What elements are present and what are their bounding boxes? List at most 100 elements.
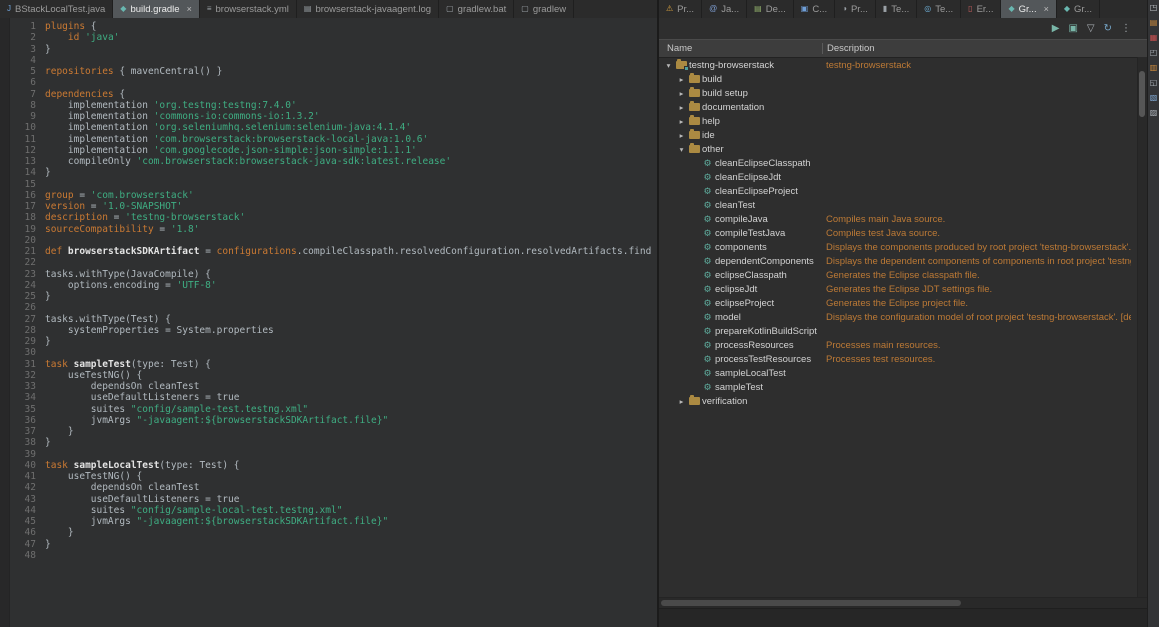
editor-tab-gradlew[interactable]: ▢gradlew <box>514 0 574 18</box>
code-line: 21def browserstackSDKArtifact = configur… <box>10 246 657 257</box>
tree-row-build-setup[interactable]: ▸build setup <box>659 86 1138 100</box>
log-file-icon: ▤ <box>304 5 312 13</box>
tree-row-sampleTest[interactable]: ⚙sampleTest <box>659 380 1138 394</box>
filter-tasks-icon[interactable]: ▽ <box>1087 24 1095 34</box>
expand-closed-icon[interactable]: ▸ <box>676 89 687 98</box>
view-tab-te-[interactable]: ▮Te... <box>876 0 917 18</box>
tree-row-eclipseClasspath[interactable]: ⚙eclipseClasspathGenerates the Eclipse c… <box>659 268 1138 282</box>
editor-tab-build-gradle[interactable]: ◆build.gradle× <box>113 0 200 18</box>
code-line: 29} <box>10 336 657 347</box>
java-file-icon: J <box>7 5 11 13</box>
editor-tab-gradlew-bat[interactable]: ▢gradlew.bat <box>439 0 514 18</box>
tab-bar: JBStackLocalTest.java◆build.gradle×≡brow… <box>0 0 1147 19</box>
tree-row-sampleLocalTest[interactable]: ⚙sampleLocalTest <box>659 366 1138 380</box>
tree-row-verification[interactable]: ▸verification <box>659 394 1138 408</box>
expand-open-icon[interactable]: ▾ <box>676 145 687 154</box>
tree-row-processResources[interactable]: ⚙processResourcesProcesses main resource… <box>659 338 1138 352</box>
code-line: 23tasks.withType(JavaCompile) { <box>10 269 657 280</box>
code-text: suites "config/sample-local-test.testng.… <box>45 505 342 516</box>
tree-row-compileJava[interactable]: ⚙compileJavaCompiles main Java source. <box>659 212 1138 226</box>
tree-row-dependentComponents[interactable]: ⚙dependentComponentsDisplays the depende… <box>659 254 1138 268</box>
gear-icon: ⚙ <box>703 327 711 336</box>
expand-closed-icon[interactable]: ▸ <box>676 75 687 84</box>
gradle-task-tree[interactable]: ▾testng-browserstacktestng-browserstack▸… <box>659 58 1138 408</box>
code-editor[interactable]: 1plugins {2 id 'java'3}45repositories { … <box>0 18 657 627</box>
tree-row-cleanEclipseJdt[interactable]: ⚙cleanEclipseJdt <box>659 170 1138 184</box>
minimized-view-icon[interactable]: ▨ <box>1150 109 1158 117</box>
scrollbar-thumb[interactable] <box>1139 71 1145 117</box>
tree-row-ide[interactable]: ▸ide <box>659 128 1138 142</box>
gradle-task-icon: ⚙ <box>700 355 715 364</box>
close-tab-icon[interactable]: × <box>1044 4 1049 14</box>
launch-run-configuration-icon[interactable]: ▣ <box>1068 24 1077 34</box>
column-header-description[interactable]: Description <box>823 43 1147 54</box>
tree-row-cleanEclipseProject[interactable]: ⚙cleanEclipseProject <box>659 184 1138 198</box>
horizontal-scrollbar[interactable] <box>659 597 1147 608</box>
editor-tab-bstacklocaltest-java[interactable]: JBStackLocalTest.java <box>0 0 113 18</box>
code-text: useDefaultListeners = true <box>45 392 239 403</box>
editor-tab-browserstack-javaagent-log[interactable]: ▤browserstack-javaagent.log <box>297 0 439 18</box>
expand-closed-icon[interactable]: ▸ <box>676 131 687 140</box>
column-header-name[interactable]: Name <box>659 43 823 54</box>
tree-row-cleanEclipseClasspath[interactable]: ⚙cleanEclipseClasspath <box>659 156 1138 170</box>
expand-open-icon[interactable]: ▾ <box>663 61 674 70</box>
view-tab-pr-[interactable]: ◑Pr... <box>835 0 876 18</box>
folder-shape <box>689 397 700 405</box>
tree-row-other[interactable]: ▾other <box>659 142 1138 156</box>
code-text: task sampleLocalTest(type: Test) { <box>45 460 240 471</box>
code-area[interactable]: 1plugins {2 id 'java'3}45repositories { … <box>10 21 657 561</box>
gradle-task-icon: ⚙ <box>700 341 715 350</box>
minimized-view-icon[interactable]: ◰ <box>1150 49 1158 57</box>
view-tab-c-[interactable]: ▣C... <box>794 0 835 18</box>
minimized-view-icon[interactable]: ▦ <box>1150 34 1158 42</box>
tab-label: Gr... <box>1019 4 1037 15</box>
line-number: 37 <box>10 426 45 437</box>
tree-row-eclipseProject[interactable]: ⚙eclipseProjectGenerates the Eclipse pro… <box>659 296 1138 310</box>
tree-row-compileTestJava[interactable]: ⚙compileTestJavaCompiles test Java sourc… <box>659 226 1138 240</box>
tree-row-processTestResources[interactable]: ⚙processTestResourcesProcesses test reso… <box>659 352 1138 366</box>
tree-row-components[interactable]: ⚙componentsDisplays the components produ… <box>659 240 1138 254</box>
code-text: jvmArgs "-javaagent:${browserstackSDKArt… <box>45 516 388 527</box>
view-menu-icon[interactable]: ⋮ <box>1121 24 1131 34</box>
view-tab-ja-[interactable]: @Ja... <box>702 0 747 18</box>
view-tab-er-[interactable]: ▯Er... <box>961 0 1001 18</box>
vertical-scrollbar[interactable] <box>1137 57 1147 598</box>
expand-closed-icon[interactable]: ▸ <box>676 397 687 406</box>
minimized-view-icon[interactable]: ▥ <box>1150 64 1158 72</box>
launch-gradle-build-icon[interactable]: ▶ <box>1052 24 1060 34</box>
tree-row-documentation[interactable]: ▸documentation <box>659 100 1138 114</box>
minimized-view-icon[interactable]: ▧ <box>1150 94 1158 102</box>
tree-row-model[interactable]: ⚙modelDisplays the configuration model o… <box>659 310 1138 324</box>
tree-row-eclipseJdt[interactable]: ⚙eclipseJdtGenerates the Eclipse JDT set… <box>659 282 1138 296</box>
code-line: 10 implementation 'org.seleniumhq.seleni… <box>10 122 657 133</box>
view-tab-pr-[interactable]: ⚠Pr... <box>659 0 702 18</box>
tree-row-prepareKotlinBuildScript[interactable]: ⚙prepareKotlinBuildScript <box>659 324 1138 338</box>
line-number: 32 <box>10 370 45 381</box>
line-number: 8 <box>10 100 45 111</box>
tree-row-help[interactable]: ▸help <box>659 114 1138 128</box>
view-tab-gr-[interactable]: ◆Gr...× <box>1001 0 1056 18</box>
view-tab-de-[interactable]: ▤De... <box>747 0 794 18</box>
tree-row-build[interactable]: ▸build <box>659 72 1138 86</box>
code-text: tasks.withType(JavaCompile) { <box>45 269 211 280</box>
tree-row-cleanTest[interactable]: ⚙cleanTest <box>659 198 1138 212</box>
line-number: 10 <box>10 122 45 133</box>
tab-label: gradlew <box>533 4 566 15</box>
scrollbar-thumb[interactable] <box>661 600 961 606</box>
expand-closed-icon[interactable]: ▸ <box>676 117 687 126</box>
minimized-view-icon[interactable]: ◱ <box>1150 79 1158 87</box>
gradle-task-icon: ⚙ <box>700 299 715 308</box>
editor-tab-browserstack-yml[interactable]: ≡browserstack.yml <box>200 0 297 18</box>
minimized-view-icon[interactable]: ◳ <box>1150 4 1158 12</box>
gradle-task-icon: ⚙ <box>700 173 715 182</box>
refresh-projects-icon[interactable]: ↻ <box>1104 24 1112 34</box>
tree-row-testng-browserstack[interactable]: ▾testng-browserstacktestng-browserstack <box>659 58 1138 72</box>
gradle-task-icon: ⚙ <box>700 257 715 266</box>
expand-closed-icon[interactable]: ▸ <box>676 103 687 112</box>
code-line: 44 suites "config/sample-local-test.test… <box>10 505 657 516</box>
view-tab-te-[interactable]: ◎Te... <box>917 0 961 18</box>
minimized-view-icon[interactable]: ▤ <box>1150 19 1158 27</box>
close-tab-icon[interactable]: × <box>187 4 192 14</box>
folder-icon <box>687 89 702 97</box>
view-tab-gr-[interactable]: ◆Gr... <box>1057 0 1100 18</box>
